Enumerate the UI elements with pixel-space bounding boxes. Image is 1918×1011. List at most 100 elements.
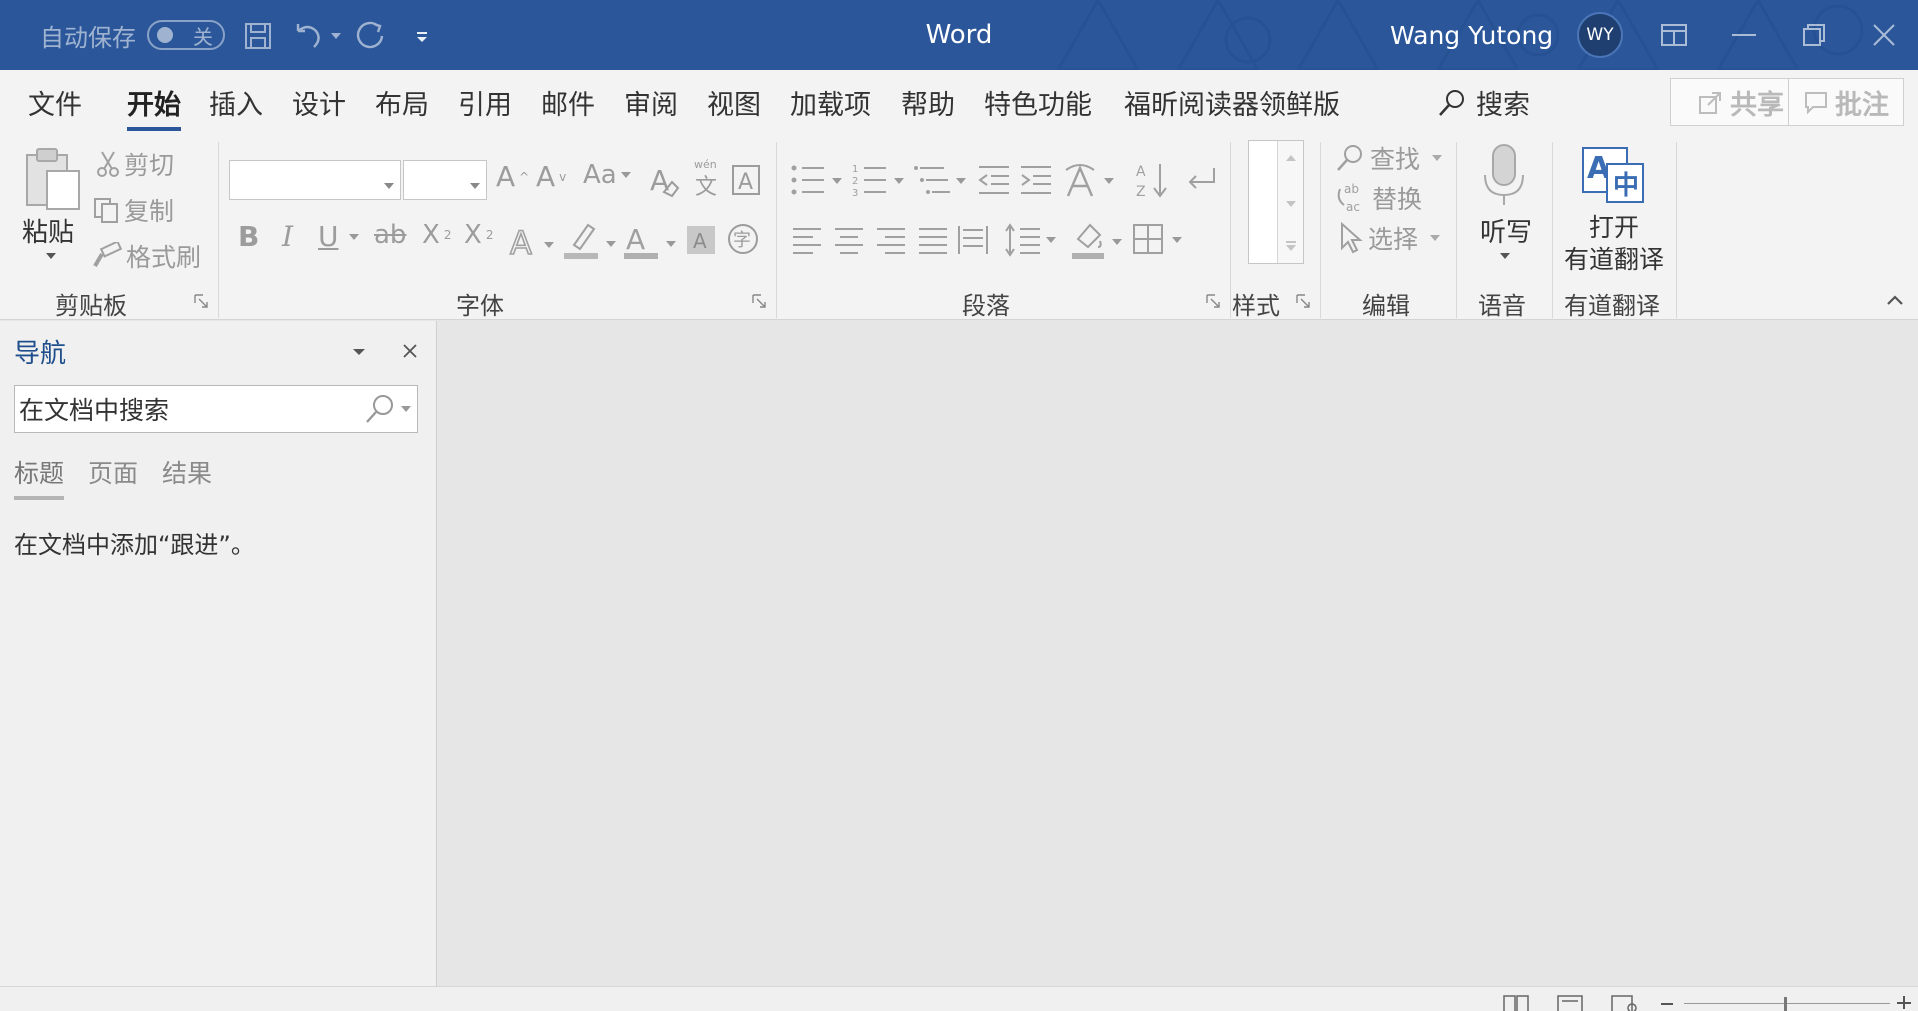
shading-icon[interactable] (1068, 218, 1126, 262)
document-area[interactable] (438, 321, 1918, 986)
tab-foxit[interactable]: 福昕阅读器领鲜版 (1124, 83, 1340, 127)
sort-icon[interactable]: AZ (1132, 158, 1172, 202)
search-icon[interactable] (363, 392, 397, 426)
tab-insert[interactable]: 插入 (209, 83, 263, 127)
ribbon-display-options-icon[interactable] (1652, 14, 1696, 56)
styles-gallery-scroll[interactable] (1277, 141, 1303, 263)
microphone-icon[interactable] (1478, 142, 1530, 210)
multilevel-list-icon[interactable] (914, 160, 970, 200)
user-name[interactable]: Wang Yutong (1390, 0, 1553, 70)
nav-close-icon[interactable] (400, 341, 420, 361)
restore-icon[interactable] (1792, 14, 1836, 56)
paste-label[interactable]: 粘贴 (22, 212, 74, 249)
copy-button[interactable]: 复制 (92, 192, 174, 228)
tab-file[interactable]: 文件 (28, 83, 82, 127)
nav-tab-results[interactable]: 结果 (162, 454, 212, 500)
youdao-translate-icon[interactable]: A中 (1580, 144, 1646, 206)
asian-layout-icon[interactable] (1064, 158, 1120, 202)
youdao-open-line1[interactable]: 打开 (1589, 208, 1639, 244)
cut-button[interactable]: 剪切 (96, 146, 174, 182)
tab-references[interactable]: 引用 (458, 83, 512, 127)
dictate-dropdown-icon[interactable] (1498, 250, 1512, 262)
youdao-open-line2[interactable]: 有道翻译 (1564, 240, 1664, 276)
tab-help[interactable]: 帮助 (901, 83, 955, 127)
comment-icon (1805, 92, 1827, 115)
grow-font-icon[interactable]: A ^ (496, 160, 529, 193)
font-group-label: 字体 (456, 292, 504, 320)
nav-tab-pages[interactable]: 页面 (88, 454, 138, 500)
borders-icon[interactable] (1132, 220, 1188, 260)
justify-icon[interactable] (916, 222, 950, 258)
decrease-indent-icon[interactable] (976, 160, 1012, 200)
align-left-icon[interactable] (790, 222, 824, 258)
nav-tab-headings[interactable]: 标题 (14, 454, 65, 500)
replace-label: 替换 (1372, 185, 1423, 214)
change-case-icon[interactable]: Aa (583, 160, 631, 190)
minimize-icon[interactable] (1722, 14, 1766, 56)
tab-home[interactable]: 开始 (127, 83, 181, 131)
search-options-dropdown-icon[interactable] (401, 405, 411, 413)
highlight-icon[interactable] (562, 218, 618, 264)
character-border-icon[interactable]: A (730, 162, 762, 198)
align-center-icon[interactable] (832, 222, 866, 258)
tab-review[interactable]: 审阅 (624, 83, 678, 127)
increase-indent-icon[interactable] (1018, 160, 1054, 200)
subscript-icon[interactable]: X2 (422, 220, 451, 250)
nav-search-input[interactable]: 在文档中搜索 (14, 385, 418, 433)
gallery-more-icon[interactable] (1286, 241, 1296, 251)
numbering-icon[interactable]: 123 (852, 160, 908, 200)
shrink-font-icon[interactable]: Av (536, 160, 566, 193)
strikethrough-icon[interactable]: ab (374, 220, 406, 250)
text-effects-icon[interactable]: A (508, 220, 558, 264)
italic-icon[interactable]: I (282, 220, 293, 253)
tell-me-search[interactable]: 搜索 (1436, 83, 1530, 122)
phonetic-guide-icon[interactable]: wén 文 (690, 156, 724, 200)
replace-button[interactable]: ab ac 替换 (1334, 180, 1422, 216)
find-button[interactable]: 查找 (1334, 140, 1443, 176)
tab-features[interactable]: 特色功能 (984, 83, 1092, 127)
bold-icon[interactable]: B (238, 220, 259, 253)
tab-layout[interactable]: 布局 (375, 83, 429, 127)
zoom-slider[interactable] (1684, 1003, 1890, 1004)
styles-gallery[interactable] (1248, 140, 1304, 264)
paste-icon[interactable] (22, 144, 84, 214)
zoom-out-icon[interactable] (1660, 995, 1674, 1009)
clear-formatting-icon[interactable]: A (648, 160, 682, 200)
read-mode-icon[interactable] (1502, 993, 1530, 1011)
tab-addins[interactable]: 加载项 (790, 83, 871, 127)
tab-view[interactable]: 视图 (707, 83, 761, 127)
paragraph-launcher-icon[interactable] (1206, 294, 1220, 308)
dictate-label[interactable]: 听写 (1480, 212, 1532, 249)
bullets-icon[interactable] (790, 160, 846, 200)
show-marks-icon[interactable] (1180, 158, 1220, 202)
styles-launcher-icon[interactable] (1296, 294, 1310, 308)
comments-button[interactable]: 批注 (1788, 78, 1904, 126)
print-layout-icon[interactable] (1556, 993, 1584, 1011)
font-name-combobox[interactable] (229, 160, 401, 200)
character-shading-icon[interactable]: A (686, 224, 716, 256)
zoom-slider-thumb[interactable] (1784, 997, 1787, 1011)
scroll-up-icon[interactable] (1286, 155, 1296, 161)
clipboard-launcher-icon[interactable] (194, 294, 208, 308)
tab-mailings[interactable]: 邮件 (541, 83, 595, 127)
tab-design[interactable]: 设计 (292, 83, 346, 127)
underline-icon[interactable]: U (318, 220, 359, 253)
font-launcher-icon[interactable] (752, 294, 766, 308)
format-painter-button[interactable]: 格式刷 (92, 238, 201, 274)
superscript-icon[interactable]: X2 (464, 220, 493, 250)
user-avatar[interactable]: WY (1577, 12, 1623, 58)
distributed-icon[interactable] (956, 222, 990, 258)
web-layout-icon[interactable] (1610, 993, 1638, 1011)
select-button[interactable]: 选择 (1334, 220, 1441, 256)
paste-dropdown-icon[interactable] (44, 250, 58, 262)
close-icon[interactable] (1862, 14, 1906, 56)
nav-options-icon[interactable] (350, 345, 368, 359)
collapse-ribbon-icon[interactable] (1884, 292, 1906, 308)
font-size-combobox[interactable] (403, 160, 487, 200)
line-spacing-icon[interactable] (1004, 222, 1060, 258)
scroll-down-icon[interactable] (1286, 201, 1296, 207)
font-color-icon[interactable]: A (622, 218, 678, 264)
enclose-characters-icon[interactable]: 字 (726, 222, 760, 256)
zoom-in-icon[interactable] (1896, 993, 1912, 1011)
align-right-icon[interactable] (874, 222, 908, 258)
